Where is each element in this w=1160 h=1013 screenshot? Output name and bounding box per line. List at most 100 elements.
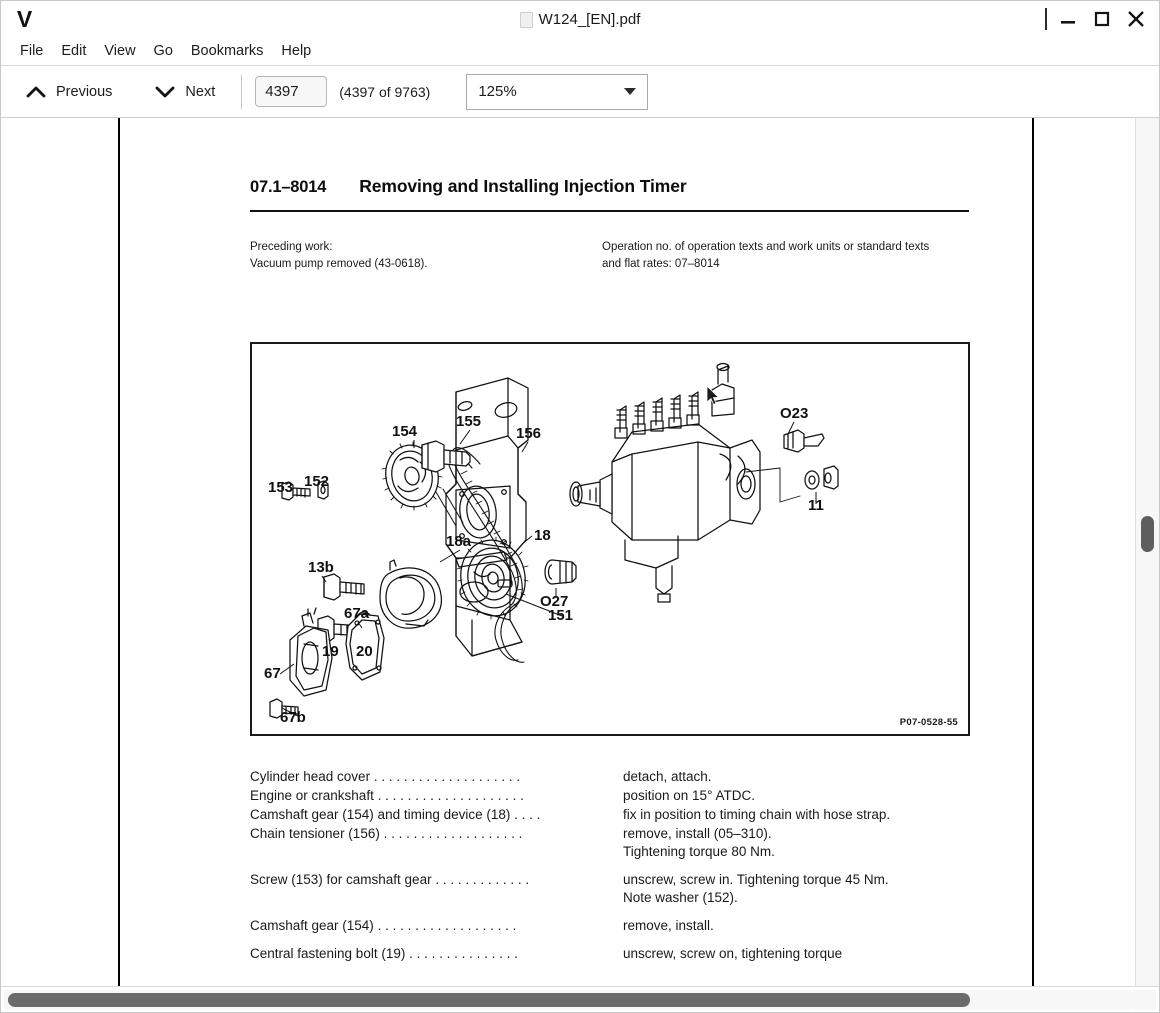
row-spacer — [250, 909, 970, 918]
document-view-area: 07.1–8014 Removing and Installing Inject… — [1, 118, 1159, 986]
instruction-part-name: Screw (153) for camshaft gear — [250, 872, 432, 888]
instruction-part: Cylinder head cover . . . . . . . . . . … — [250, 769, 623, 784]
table-row: Chain tensioner (156) . . . . . . . . . … — [250, 826, 970, 859]
next-page-button[interactable]: Next — [144, 79, 225, 105]
svg-text:19: 19 — [322, 643, 339, 660]
instruction-leader-dots: . . . . . . . . . . . . . . . . . . . — [383, 826, 523, 842]
zoom-select[interactable]: 125% — [466, 73, 649, 110]
table-row: Central fastening bolt (19) . . . . . . … — [250, 946, 970, 961]
svg-text:155: 155 — [456, 413, 481, 430]
document-icon — [519, 12, 533, 28]
preceding-work-column: Preceding work: Vacuum pump removed (43-… — [250, 239, 602, 272]
toolbar-separator — [241, 74, 243, 109]
operation-note-line-1: Operation no. of operation texts and wor… — [602, 241, 930, 253]
app-logo-icon: V — [16, 5, 32, 32]
exploded-view-figure: 153 152 154 155 156 18 18a 13b 67b 67 67 — [250, 342, 970, 737]
table-row: Camshaft gear (154) and timing device (1… — [250, 807, 970, 822]
svg-text:154: 154 — [392, 423, 418, 440]
toolbar: Previous Next (4397 of 9763) 125% — [1, 66, 1159, 118]
menu-item-view[interactable]: View — [95, 41, 144, 61]
svg-text:67: 67 — [264, 665, 281, 682]
menu-item-bookmarks[interactable]: Bookmarks — [182, 41, 273, 61]
window-title: W124_[EN].pdf — [538, 10, 641, 28]
minimize-icon — [1061, 21, 1075, 24]
previous-page-button[interactable]: Previous — [15, 79, 122, 105]
page-number-input[interactable] — [255, 76, 328, 107]
window-controls — [1045, 2, 1153, 36]
instruction-action: remove, install (05–310). Tightening tor… — [623, 826, 970, 859]
instruction-part: Camshaft gear (154) and timing device (1… — [250, 807, 623, 822]
instruction-leader-dots: . . . . . . . . . . . . . . . . . . . — [377, 918, 517, 934]
instruction-action: position on 15° ATDC. — [623, 788, 755, 804]
instruction-action: detach, attach. — [623, 769, 712, 785]
horizontal-scrollbar-thumb[interactable] — [8, 992, 970, 1007]
instruction-leader-dots: . . . . — [514, 807, 541, 823]
window-controls-separator — [1045, 8, 1047, 30]
instruction-action: unscrew, screw on, tightening torque — [623, 946, 843, 962]
instruction-action-main: unscrew, screw in. Tightening torque 45 … — [623, 872, 889, 888]
horizontal-scrollbar[interactable] — [4, 989, 1133, 1010]
minimize-button[interactable] — [1051, 2, 1085, 36]
menu-item-edit[interactable]: Edit — [52, 41, 95, 61]
close-icon — [1128, 11, 1144, 27]
preceding-work-block: Preceding work: Vacuum pump removed (43-… — [250, 239, 970, 272]
pdf-page: 07.1–8014 Removing and Installing Inject… — [122, 118, 1030, 986]
preceding-work-value: Vacuum pump removed (43-0618). — [250, 257, 428, 270]
pdf-page-content: 07.1–8014 Removing and Installing Inject… — [122, 118, 1030, 965]
injection-timer-exploded-diagram: 153 152 154 155 156 18 18a 13b 67b 67 67 — [264, 363, 839, 726]
chevron-up-icon — [26, 86, 46, 97]
maximize-icon — [1094, 11, 1110, 27]
section-title: Removing and Installing Injection Timer — [359, 176, 687, 196]
instruction-table: Cylinder head cover . . . . . . . . . . … — [250, 769, 970, 961]
vertical-scrollbar-thumb[interactable] — [1141, 516, 1154, 552]
row-spacer — [250, 937, 970, 946]
vertical-scrollbar[interactable] — [1135, 118, 1159, 986]
instruction-leader-dots: . . . . . . . . . . . . . . . — [409, 946, 518, 962]
instruction-part: Engine or crankshaft . . . . . . . . . .… — [250, 788, 623, 803]
svg-text:18: 18 — [534, 527, 551, 544]
maximize-button[interactable] — [1085, 2, 1119, 36]
instruction-action-sub: Note washer (152). — [623, 890, 738, 906]
zoom-value-label: 125% — [478, 83, 517, 100]
table-row: Engine or crankshaft . . . . . . . . . .… — [250, 788, 970, 803]
svg-text:156: 156 — [516, 425, 541, 442]
svg-text:152: 152 — [304, 473, 329, 490]
menu-item-file[interactable]: File — [11, 41, 52, 61]
next-page-edge — [1032, 118, 1135, 986]
close-button[interactable] — [1119, 2, 1153, 36]
menu-item-help[interactable]: Help — [272, 41, 320, 61]
instruction-part-name: Camshaft gear (154) — [250, 918, 374, 934]
instruction-leader-dots: . . . . . . . . . . . . . . . . . . . . — [377, 788, 524, 804]
instruction-part-name: Central fastening bolt (19) — [250, 946, 406, 962]
svg-text:67a: 67a — [344, 605, 370, 622]
chevron-down-icon — [156, 86, 175, 97]
page-count-label: (4397 of 9763) — [339, 83, 431, 100]
table-row: Camshaft gear (154) . . . . . . . . . . … — [250, 918, 970, 933]
next-page-label: Next — [185, 83, 216, 100]
instruction-part-name: Chain tensioner (156) — [250, 826, 380, 842]
svg-text:153: 153 — [268, 479, 293, 496]
preceding-work-label: Preceding work: — [250, 241, 333, 253]
instruction-action: fix in position to timing chain with hos… — [623, 807, 891, 823]
table-row: Screw (153) for camshaft gear . . . . . … — [250, 872, 970, 905]
svg-text:O27: O27 — [540, 593, 568, 610]
instruction-part: Camshaft gear (154) . . . . . . . . . . … — [250, 918, 623, 933]
svg-text:18a: 18a — [446, 533, 472, 550]
operation-note-line-2: and flat rates: 07–8014 — [602, 257, 720, 270]
row-spacer — [250, 863, 970, 872]
chevron-down-icon — [624, 88, 637, 95]
instruction-leader-dots: . . . . . . . . . . . . . — [435, 872, 530, 888]
svg-text:13b: 13b — [308, 559, 334, 576]
instruction-part: Chain tensioner (156) . . . . . . . . . … — [250, 826, 623, 841]
heading-rule — [250, 210, 969, 212]
previous-page-label: Previous — [56, 83, 113, 100]
section-code: 07.1–8014 — [250, 178, 327, 196]
svg-text:67b: 67b — [280, 709, 306, 726]
instruction-part-name: Engine or crankshaft — [250, 788, 374, 804]
zoom-control[interactable]: 125% — [466, 73, 649, 110]
instruction-part-name: Cylinder head cover — [250, 769, 371, 785]
title-bar: V W124_[EN].pdf — [1, 1, 1159, 37]
document-scroll-container[interactable]: 07.1–8014 Removing and Installing Inject… — [1, 118, 1135, 986]
instruction-action: remove, install. — [623, 918, 714, 934]
menu-item-go[interactable]: Go — [145, 41, 182, 61]
